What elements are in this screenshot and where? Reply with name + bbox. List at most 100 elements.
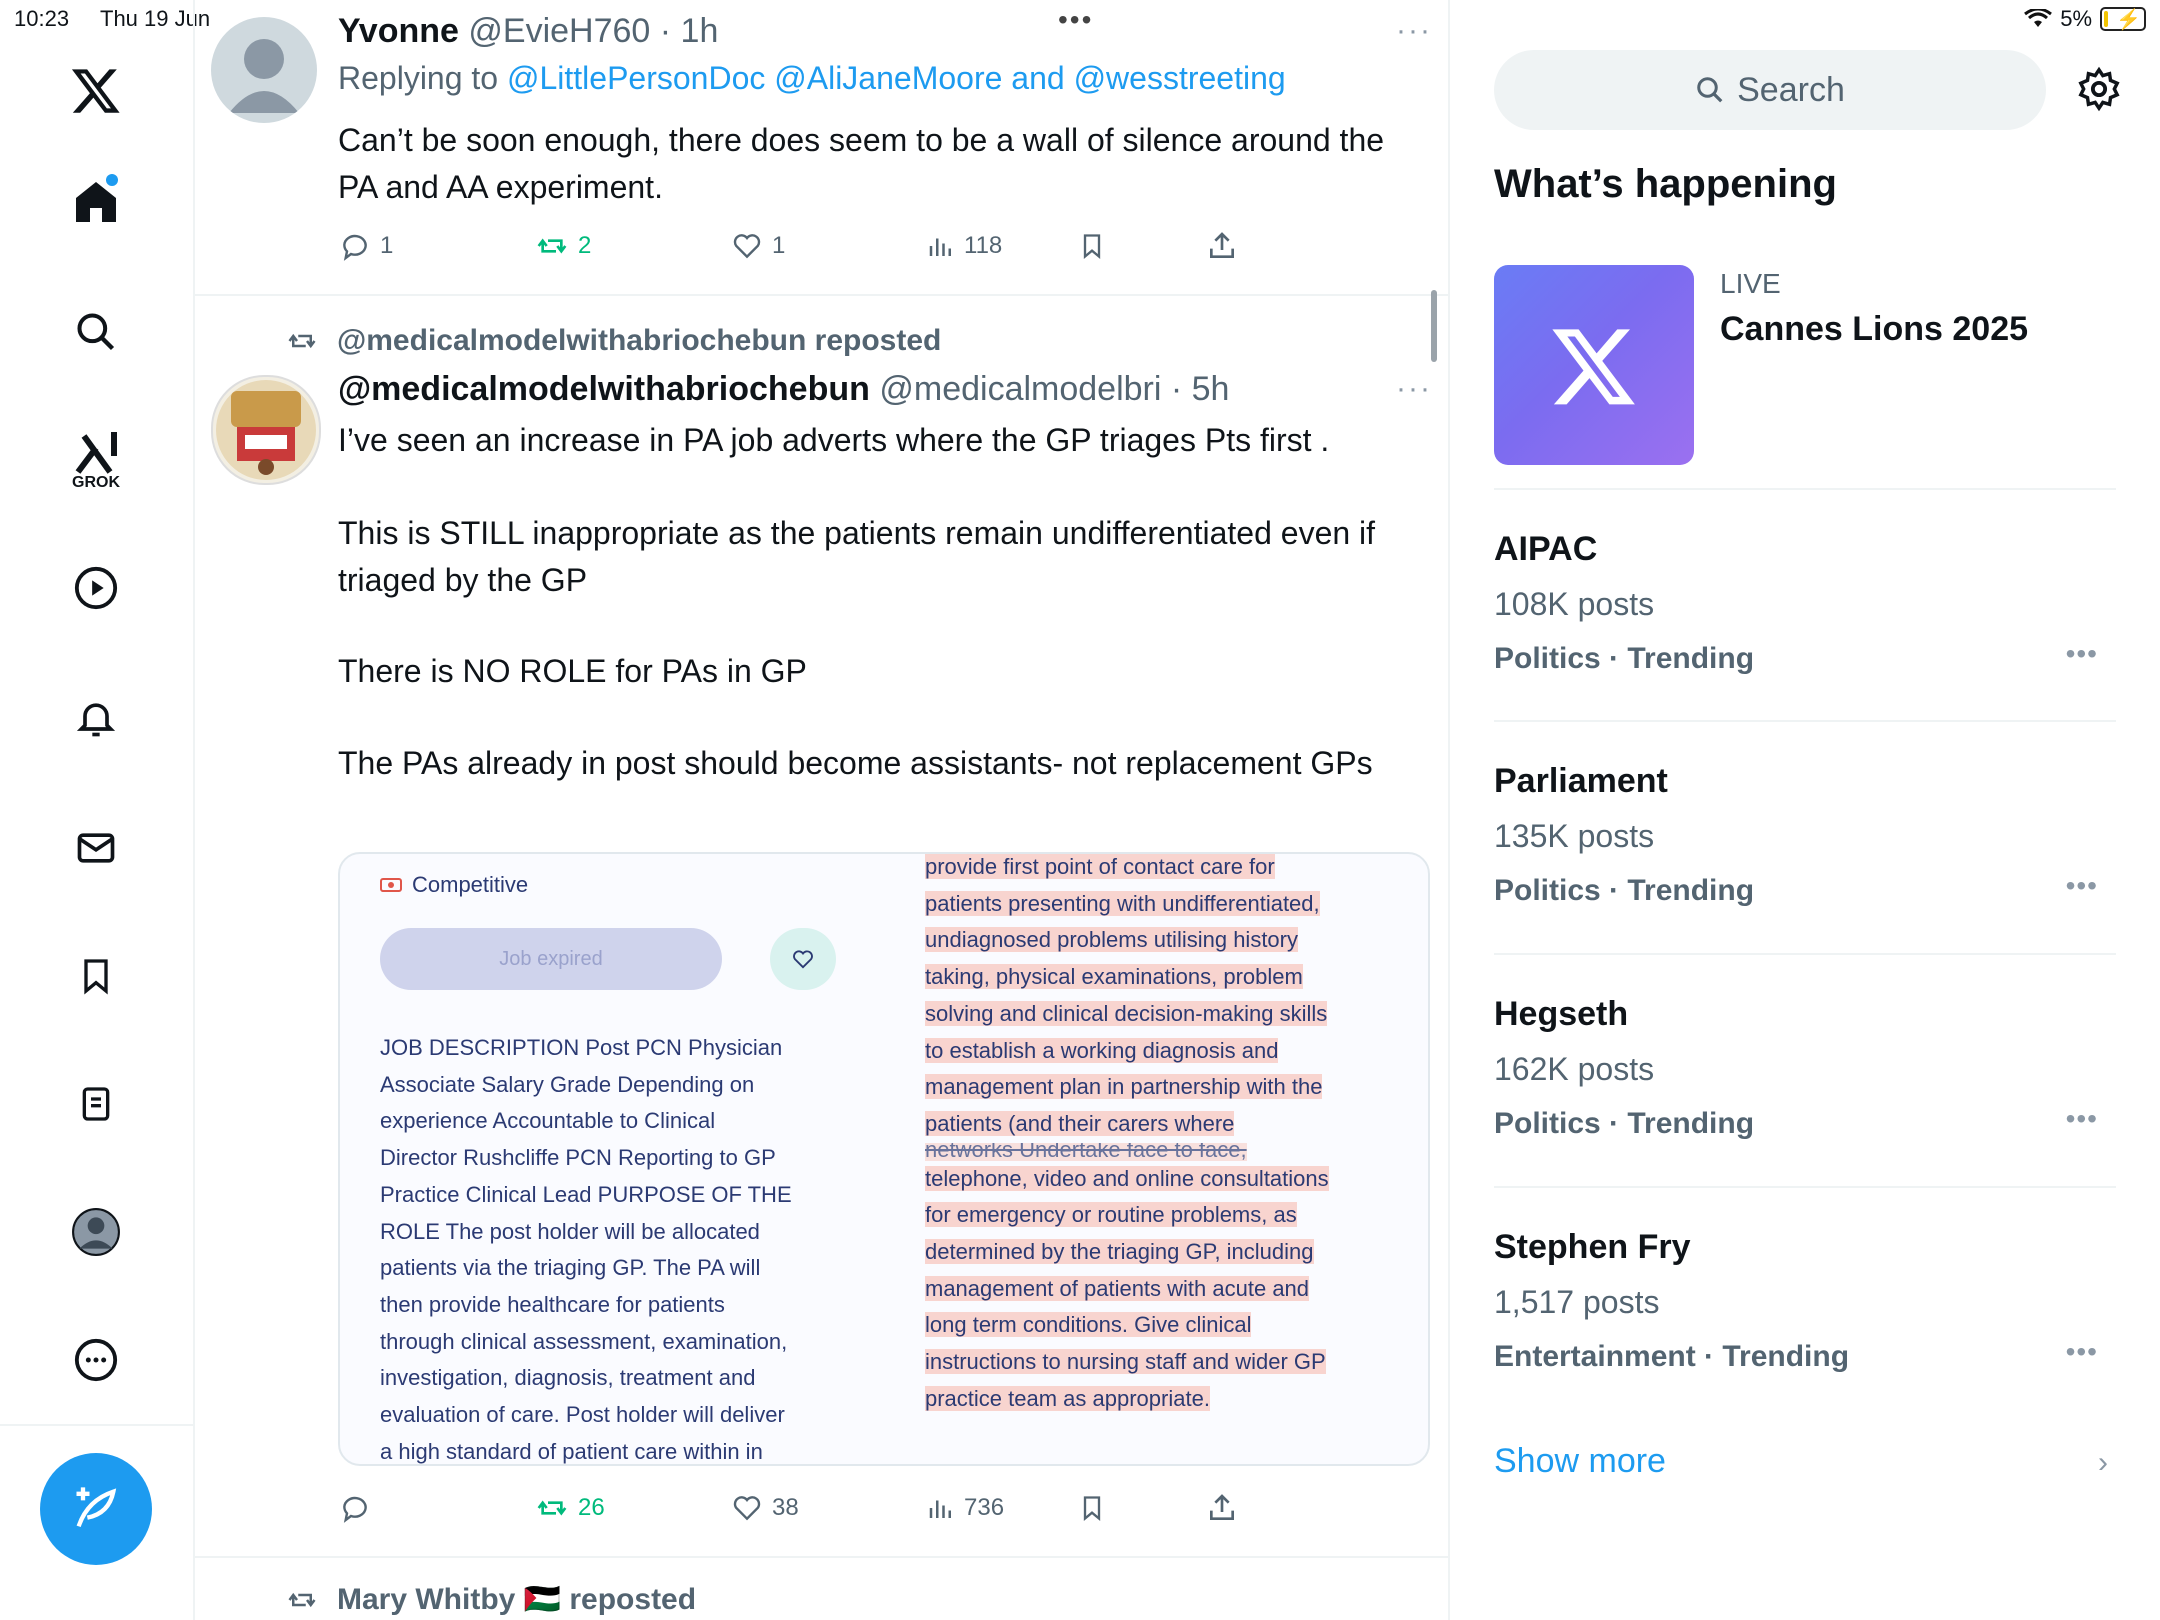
trend-count: 108K posts — [1494, 586, 1655, 622]
trend-more-button[interactable]: ••• — [2066, 870, 2098, 902]
repost-icon — [288, 1592, 316, 1607]
jd-highlighted-line: to establish a working diagnosis and — [925, 1037, 1279, 1063]
tweet-text: Can’t be soon enough, there does seem to… — [338, 122, 1385, 205]
jd-cut-line: networks Undertake face to face, — [925, 1142, 1247, 1161]
reposted-by[interactable]: @medicalmodelwithabriochebun reposted — [337, 324, 941, 358]
reply-mentions[interactable]: @LittlePersonDoc @AliJaneMoore and @wess… — [507, 60, 1286, 96]
bookmark-icon — [1083, 1496, 1101, 1521]
trend-item[interactable]: Stephen Fry 1,517 posts Entertainment · … — [1494, 1228, 2116, 1388]
jd-highlighted-line: taking, physical examinations, problem — [925, 964, 1303, 990]
live-event-title[interactable]: Cannes Lions 2025 — [1720, 310, 2028, 349]
more-icon[interactable] — [62, 1326, 130, 1394]
scrollbar[interactable] — [1431, 290, 1437, 362]
repost-button[interactable]: 26 — [534, 1492, 605, 1524]
nav-divider — [0, 1424, 193, 1426]
like-button[interactable]: 38 — [730, 1492, 799, 1524]
tweet2-actions: 26 38 736 — [338, 1488, 1234, 1528]
jd-highlighted-line: patients (and their carers where — [925, 1110, 1235, 1136]
tweet-more-button[interactable]: ··· — [1396, 372, 1432, 406]
compose-button[interactable] — [40, 1453, 152, 1565]
bookmark-button[interactable] — [1078, 230, 1106, 262]
tweet-text-p2: This is STILL inappropriate as the patie… — [338, 515, 1376, 598]
trend-item[interactable]: Parliament 135K posts Politics · Trendin… — [1494, 762, 2116, 922]
jd-highlighted-line: patients presenting with undifferentiate… — [925, 890, 1320, 916]
jd-highlighted-line: solving and clinical decision-making ski… — [925, 1000, 1328, 1026]
like-button[interactable]: 1 — [730, 230, 785, 262]
tweet-more-button[interactable]: ··· — [1396, 14, 1432, 48]
trend-item[interactable]: Hegseth 162K posts Politics · Trending •… — [1494, 995, 2116, 1155]
bookmarks-icon[interactable] — [62, 942, 130, 1010]
author-name[interactable]: @medicalmodelwithabriochebun — [338, 370, 870, 408]
views-count: 736 — [964, 1494, 1005, 1521]
trend-divider — [1494, 1186, 2116, 1188]
tweet1-header: Yvonne @EvieH760 · 1h — [338, 12, 718, 51]
tweet-divider — [193, 1556, 1448, 1558]
settings-button[interactable] — [2076, 66, 2122, 117]
search-placeholder: Search — [1737, 70, 1845, 109]
grok-label: GROK — [72, 474, 120, 491]
trend-more-button[interactable]: ••• — [2066, 1103, 2098, 1135]
live-event-image[interactable] — [1494, 265, 1694, 465]
tweet-text-p4: The PAs already in post should become as… — [338, 745, 1373, 781]
jd-highlighted-line: long term conditions. Give clinical — [925, 1312, 1252, 1338]
jd-line: then provide healthcare for patients — [380, 1291, 725, 1317]
jd-highlighted-line: management plan in partnership with the — [925, 1074, 1323, 1100]
trend-title: Stephen Fry — [1494, 1228, 1691, 1266]
tweet-text-p3: There is NO ROLE for PAs in GP — [338, 653, 807, 689]
repost-count: 2 — [578, 232, 592, 259]
repost-icon — [537, 1500, 567, 1516]
tweet-time: · 1h — [659, 12, 719, 50]
bookmark-button[interactable] — [1078, 1492, 1106, 1524]
author-handle[interactable]: @EvieH760 — [468, 12, 650, 50]
repost-context: @medicalmodelwithabriochebun reposted — [285, 324, 941, 358]
author-handle[interactable]: @medicalmodelbri — [879, 370, 1161, 408]
share-button[interactable] — [1206, 230, 1238, 262]
lists-icon[interactable] — [62, 1070, 130, 1138]
repost-button[interactable]: 2 — [534, 230, 591, 262]
trend-title: Hegseth — [1494, 995, 1629, 1033]
x-logo-icon[interactable] — [62, 56, 130, 124]
grok-icon — [75, 432, 117, 474]
avatar-medicalmodel[interactable] — [211, 375, 321, 485]
repost-icon — [288, 333, 316, 349]
gear-icon — [2078, 66, 2120, 112]
trend-more-button[interactable]: ••• — [2066, 1336, 2098, 1368]
jd-line: Associate Salary Grade Depending on — [380, 1071, 755, 1097]
jd-highlighted-line: management of patients with acute and — [925, 1275, 1310, 1301]
jd-highlighted-line: for emergency or routine problems, as — [925, 1202, 1297, 1228]
like-count: 1 — [772, 232, 786, 259]
views-button[interactable]: 118 — [926, 230, 1002, 262]
reply-context: Replying to @LittlePersonDoc @AliJaneMoo… — [338, 60, 1286, 97]
tweet-image[interactable]: Competitive Job expired JOB DESCRIPTION … — [338, 852, 1430, 1466]
search-input[interactable]: Search — [1494, 50, 2046, 130]
video-icon[interactable] — [62, 554, 130, 622]
author-name[interactable]: Yvonne — [338, 12, 459, 50]
trend-count: 1,517 posts — [1494, 1284, 1660, 1320]
reposted-by[interactable]: Mary Whitby 🇵🇸 reposted — [337, 1582, 696, 1617]
notifications-icon[interactable] — [62, 684, 130, 752]
share-button[interactable] — [1206, 1492, 1238, 1524]
show-more-link[interactable]: Show more — [1494, 1442, 1666, 1481]
trend-divider — [1494, 488, 2116, 490]
messages-icon[interactable] — [62, 814, 130, 882]
search-icon[interactable] — [62, 298, 130, 366]
views-count: 118 — [964, 232, 1003, 259]
reply-icon — [343, 1496, 367, 1523]
reply-button[interactable] — [338, 1492, 380, 1524]
trend-item[interactable]: AIPAC 108K posts Politics · Trending ••• — [1494, 530, 2116, 690]
profile-icon[interactable] — [62, 1198, 130, 1266]
tweet1-actions: 1 2 1 118 — [338, 226, 1234, 266]
avatar-yvonne[interactable] — [211, 17, 317, 123]
reply-button[interactable]: 1 — [338, 230, 393, 262]
jd-line: JOB DESCRIPTION Post PCN Physician — [380, 1035, 783, 1060]
bookmark-icon — [1083, 234, 1101, 259]
heart-icon — [733, 1496, 761, 1521]
heart-icon — [793, 950, 813, 969]
trend-category: Politics · Trending — [1494, 874, 1755, 907]
search-icon — [1697, 77, 1723, 103]
trend-category: Politics · Trending — [1494, 1107, 1755, 1140]
views-button[interactable]: 736 — [926, 1492, 1004, 1524]
trend-more-button[interactable]: ••• — [2066, 638, 2098, 670]
home-icon[interactable] — [62, 168, 130, 236]
grok-nav[interactable]: GROK — [62, 420, 130, 500]
